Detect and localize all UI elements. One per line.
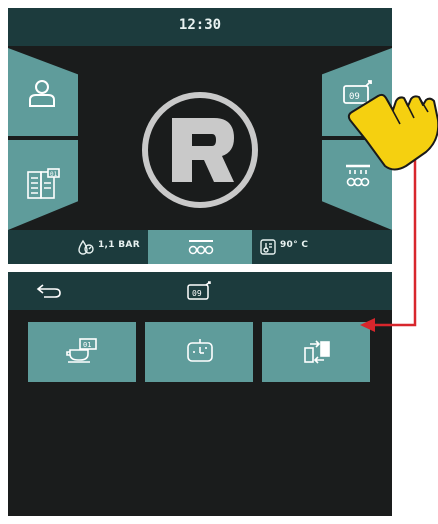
clock: 12:30: [178, 17, 222, 33]
cup-counter-button[interactable]: 01: [28, 322, 136, 382]
pressure-value: 1,1 BAR: [98, 240, 140, 250]
timer-display-icon: [185, 338, 215, 366]
group-heads-icon: [188, 238, 214, 260]
swap-cycle-button[interactable]: [262, 322, 370, 382]
swap-cycle-icon: [302, 338, 332, 366]
thermometer-icon: [260, 239, 276, 259]
rinse-shower-icon: [344, 162, 372, 188]
back-arrow-icon[interactable]: [36, 283, 62, 299]
svg-text:09: 09: [349, 92, 360, 102]
svg-text:01: 01: [83, 341, 91, 349]
submenu-header: 09: [8, 272, 392, 310]
brand-logo: [140, 90, 260, 210]
menu-book-icon: 01: [26, 168, 60, 202]
user-icon: [28, 78, 56, 108]
svg-text:01: 01: [50, 171, 58, 178]
main-screen: 12:30 01 09 1,1 BAR 90° C: [8, 8, 392, 264]
timer-button[interactable]: [145, 322, 253, 382]
group-heads-button[interactable]: [148, 230, 252, 264]
counter-tile[interactable]: 09: [322, 48, 392, 136]
menu-tile[interactable]: 01: [8, 140, 78, 230]
temperature-value: 90° C: [280, 240, 309, 250]
svg-text:09: 09: [192, 289, 202, 298]
rinse-tile[interactable]: [322, 140, 392, 230]
counter-display-icon: 09: [342, 80, 374, 106]
counter-display-icon: 09: [186, 281, 212, 301]
user-tile[interactable]: [8, 48, 78, 136]
pressure-icon: [78, 239, 94, 259]
cup-counter-icon: 01: [66, 338, 98, 366]
status-bar: 1,1 BAR 90° C: [8, 230, 392, 264]
top-bar: 12:30: [8, 8, 392, 46]
counter-submenu-screen: 09 01: [8, 272, 392, 516]
